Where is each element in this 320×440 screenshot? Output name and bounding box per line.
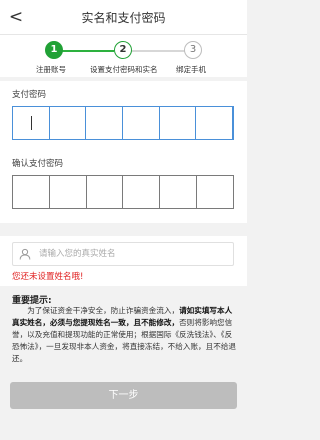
confirm-digit-cell[interactable] <box>160 176 198 208</box>
confirm-password-label: 确认支付密码 <box>12 159 64 169</box>
step-1-circle: 1 <box>45 41 63 59</box>
step-2-label: 设置支付密码和实名 <box>90 65 158 74</box>
confirm-digit-cell[interactable] <box>123 176 161 208</box>
confirm-digit-cell[interactable] <box>197 176 233 208</box>
step-3-circle: 3 <box>184 41 202 59</box>
pay-password-label: 支付密码 <box>12 90 47 100</box>
confirm-digit-cell[interactable] <box>13 176 50 208</box>
name-warning-text: 您还未设置姓名哦! <box>12 272 84 282</box>
password-digit-cell[interactable] <box>50 107 87 139</box>
user-icon <box>19 248 31 260</box>
real-name-section: 您还未设置姓名哦! <box>0 236 247 286</box>
pay-password-input[interactable] <box>12 106 234 140</box>
header-bar: < 实名和支付密码 <box>0 0 247 35</box>
confirm-password-input[interactable] <box>12 175 234 209</box>
password-digit-cell[interactable] <box>123 107 160 139</box>
real-name-field[interactable] <box>12 242 234 266</box>
step-connector-pending <box>130 50 186 52</box>
page-title: 实名和支付密码 <box>81 11 166 25</box>
notice-body: 为了保证资金干净安全，防止诈骗资金流入，请如实填写本人真实姓名，必须与您提现姓名… <box>12 305 237 365</box>
password-section: 支付密码 确认支付密码 <box>0 81 247 223</box>
password-digit-cell[interactable] <box>86 107 124 139</box>
step-3-label: 绑定手机 <box>176 65 206 74</box>
step-1-label: 注册账号 <box>36 65 66 74</box>
step-connector-done <box>60 50 114 52</box>
password-digit-cell[interactable] <box>160 107 197 139</box>
next-step-button[interactable]: 下一步 <box>10 382 237 409</box>
text-cursor <box>31 116 32 130</box>
confirm-digit-cell[interactable] <box>87 176 124 208</box>
real-name-input[interactable] <box>39 246 229 262</box>
password-digit-cell[interactable] <box>196 107 234 139</box>
confirm-digit-cell[interactable] <box>50 176 87 208</box>
important-notice: 重要提示: 为了保证资金干净安全，防止诈骗资金流入，请如实填写本人真实姓名，必须… <box>0 286 247 363</box>
notice-text-part1: 为了保证资金干净安全，防止诈骗资金流入， <box>27 306 180 315</box>
step-progress: 1 2 3 注册账号 设置支付密码和实名 绑定手机 <box>0 35 247 77</box>
step-2-circle: 2 <box>114 41 132 59</box>
